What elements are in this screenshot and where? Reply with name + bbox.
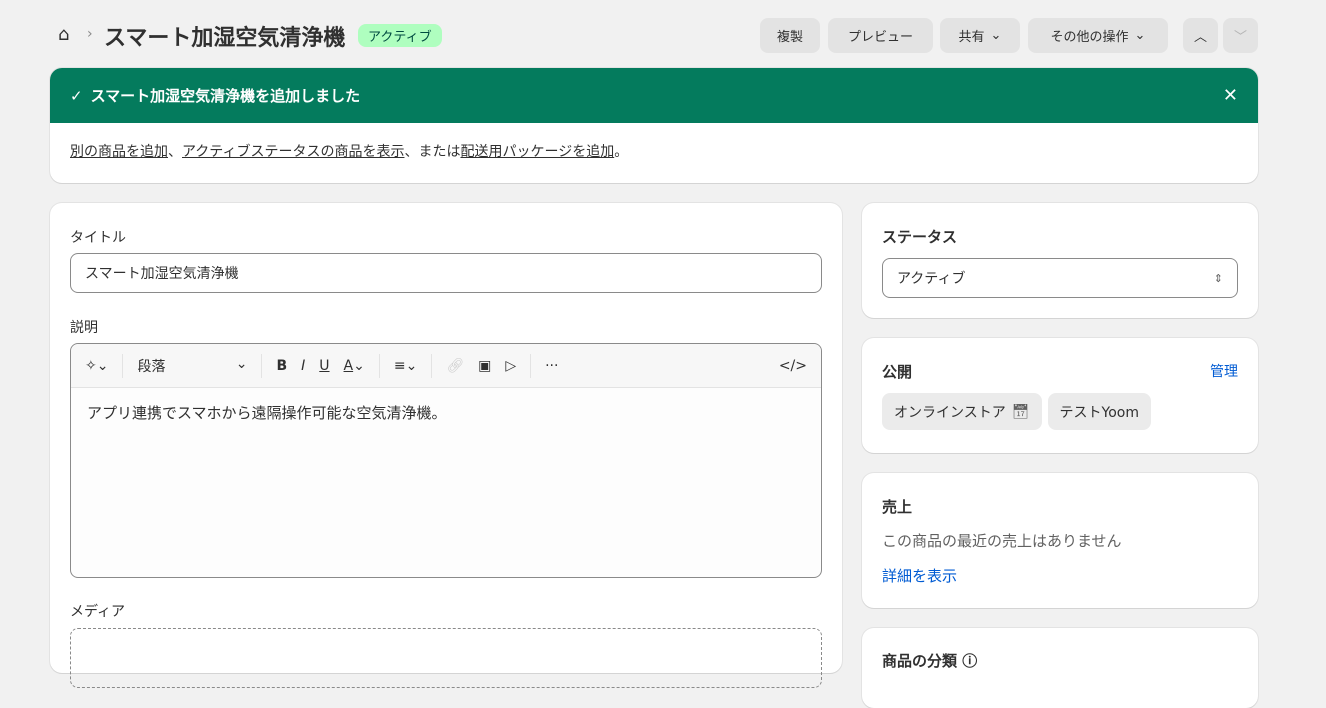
media-label: メディア <box>70 604 126 620</box>
chevron-down-icon: ⌄ <box>1134 28 1146 43</box>
media-dropzone[interactable] <box>70 628 822 688</box>
success-banner: ✓ スマート加湿空気清浄機を追加しました ✕ 別の商品を追加、アクティブステータスの… <box>50 68 1258 183</box>
check-circle-icon: ✓ <box>70 86 83 105</box>
description-text[interactable]: アプリ連携でスマホから遠隔操作可能な空気清浄機。 <box>71 388 821 437</box>
next-product-button[interactable]: ﹀ <box>1223 18 1258 53</box>
chevron-down-icon: ⌄ <box>990 28 1002 43</box>
separator-text: 、 <box>168 144 182 160</box>
align-icon[interactable]: ≡⌄ <box>394 358 417 374</box>
bold-icon[interactable]: B <box>276 358 287 374</box>
text-color-icon[interactable]: A⌄ <box>344 358 365 374</box>
close-icon[interactable]: ✕ <box>1223 85 1238 106</box>
more-actions-button[interactable]: その他の操作 ⌄ <box>1028 18 1168 53</box>
sales-text: この商品の最近の売上はありません <box>882 532 1122 550</box>
category-heading-text: 商品の分類 <box>882 652 958 670</box>
channel-chip[interactable]: オンラインストア 📅︎ <box>882 393 1042 430</box>
banner-title: スマート加湿空気清浄機を追加しました <box>90 87 361 105</box>
image-icon[interactable]: ▣ <box>478 358 491 374</box>
separator-text: 、または <box>404 144 461 160</box>
category-card: 商品の分類 ⓘ <box>862 628 1258 708</box>
status-badge: アクティブ <box>358 24 442 47</box>
paragraph-label: 段落 <box>137 358 166 375</box>
more-icon[interactable]: ··· <box>545 358 558 374</box>
link-icon[interactable]: 🔗︎ <box>446 358 464 374</box>
view-active-products-link[interactable]: アクティブステータスの商品を表示 <box>182 144 404 160</box>
channel-label: オンラインストア <box>894 404 1006 421</box>
preview-button[interactable]: プレビュー <box>828 18 933 53</box>
previous-product-button[interactable]: ︿ <box>1183 18 1218 53</box>
code-icon[interactable]: </> <box>779 358 807 374</box>
duplicate-label: 複製 <box>776 30 803 45</box>
publishing-heading: 公開 <box>882 363 913 381</box>
add-another-product-link[interactable]: 別の商品を追加 <box>70 144 168 160</box>
paragraph-select[interactable]: 段落 ⌄ <box>137 356 247 376</box>
editor-toolbar: ✧⌄ 段落 ⌄ B I U A⌄ ≡⌄ 🔗︎ ▣ ▷ ··· </> <box>71 344 821 388</box>
page-title: スマート加湿空気清浄機 <box>104 26 346 51</box>
underline-icon[interactable]: U <box>319 358 329 374</box>
title-input[interactable]: スマート加湿空気清浄機 <box>70 253 822 293</box>
duplicate-button[interactable]: 複製 <box>760 18 820 53</box>
info-icon[interactable]: ⓘ <box>962 652 977 670</box>
status-heading: ステータス <box>882 228 958 246</box>
ai-sparkle-icon[interactable]: ✧⌄ <box>85 358 108 374</box>
status-select[interactable]: アクティブ ⇕ <box>882 258 1238 298</box>
publishing-card: 公開 管理 オンラインストア 📅︎ テストYoom <box>862 338 1258 453</box>
more-actions-label: その他の操作 <box>1050 30 1129 45</box>
sales-card: 売上 この商品の最近の売上はありません 詳細を表示 <box>862 473 1258 608</box>
calendar-clock-icon: 📅︎ <box>1011 403 1030 420</box>
description-editor[interactable]: ✧⌄ 段落 ⌄ B I U A⌄ ≡⌄ 🔗︎ ▣ ▷ ··· </> アプリ連携でスマホから… <box>70 343 822 578</box>
title-value: スマート加湿空気清浄機 <box>85 266 239 282</box>
view-details-link[interactable]: 詳細を表示 <box>882 565 957 586</box>
status-value: アクティブ <box>897 271 966 287</box>
tag-icon: ⌂ <box>58 24 70 45</box>
description-label: 説明 <box>70 320 98 336</box>
end-text: 。 <box>614 144 629 160</box>
status-card: ステータス アクティブ ⇕ <box>862 203 1258 318</box>
product-details-card: タイトル スマート加湿空気清浄機 説明 ✧⌄ 段落 ⌄ B I U A⌄ ≡⌄ 🔗︎ ▣ ▷… <box>50 203 842 688</box>
video-icon[interactable]: ▷ <box>505 358 516 374</box>
breadcrumb-chevron-icon: › <box>87 26 93 42</box>
category-heading: 商品の分類 ⓘ <box>882 650 977 671</box>
add-shipping-package-link[interactable]: 配送用パッケージを追加 <box>460 144 614 160</box>
channel-chip[interactable]: テストYoom <box>1047 393 1151 430</box>
italic-icon[interactable]: I <box>301 358 305 374</box>
select-arrows-icon: ⇕ <box>1213 271 1223 285</box>
manage-link[interactable]: 管理 <box>1210 361 1238 381</box>
chevron-down-icon: ﹀ <box>1233 30 1247 45</box>
sales-heading: 売上 <box>882 498 913 516</box>
share-label: 共有 <box>958 30 985 45</box>
chevron-up-icon: ︿ <box>1193 30 1207 45</box>
title-label: タイトル <box>70 230 126 246</box>
share-button[interactable]: 共有 ⌄ <box>940 18 1020 53</box>
preview-label: プレビュー <box>847 30 913 45</box>
channel-label: テストYoom <box>1059 404 1139 421</box>
